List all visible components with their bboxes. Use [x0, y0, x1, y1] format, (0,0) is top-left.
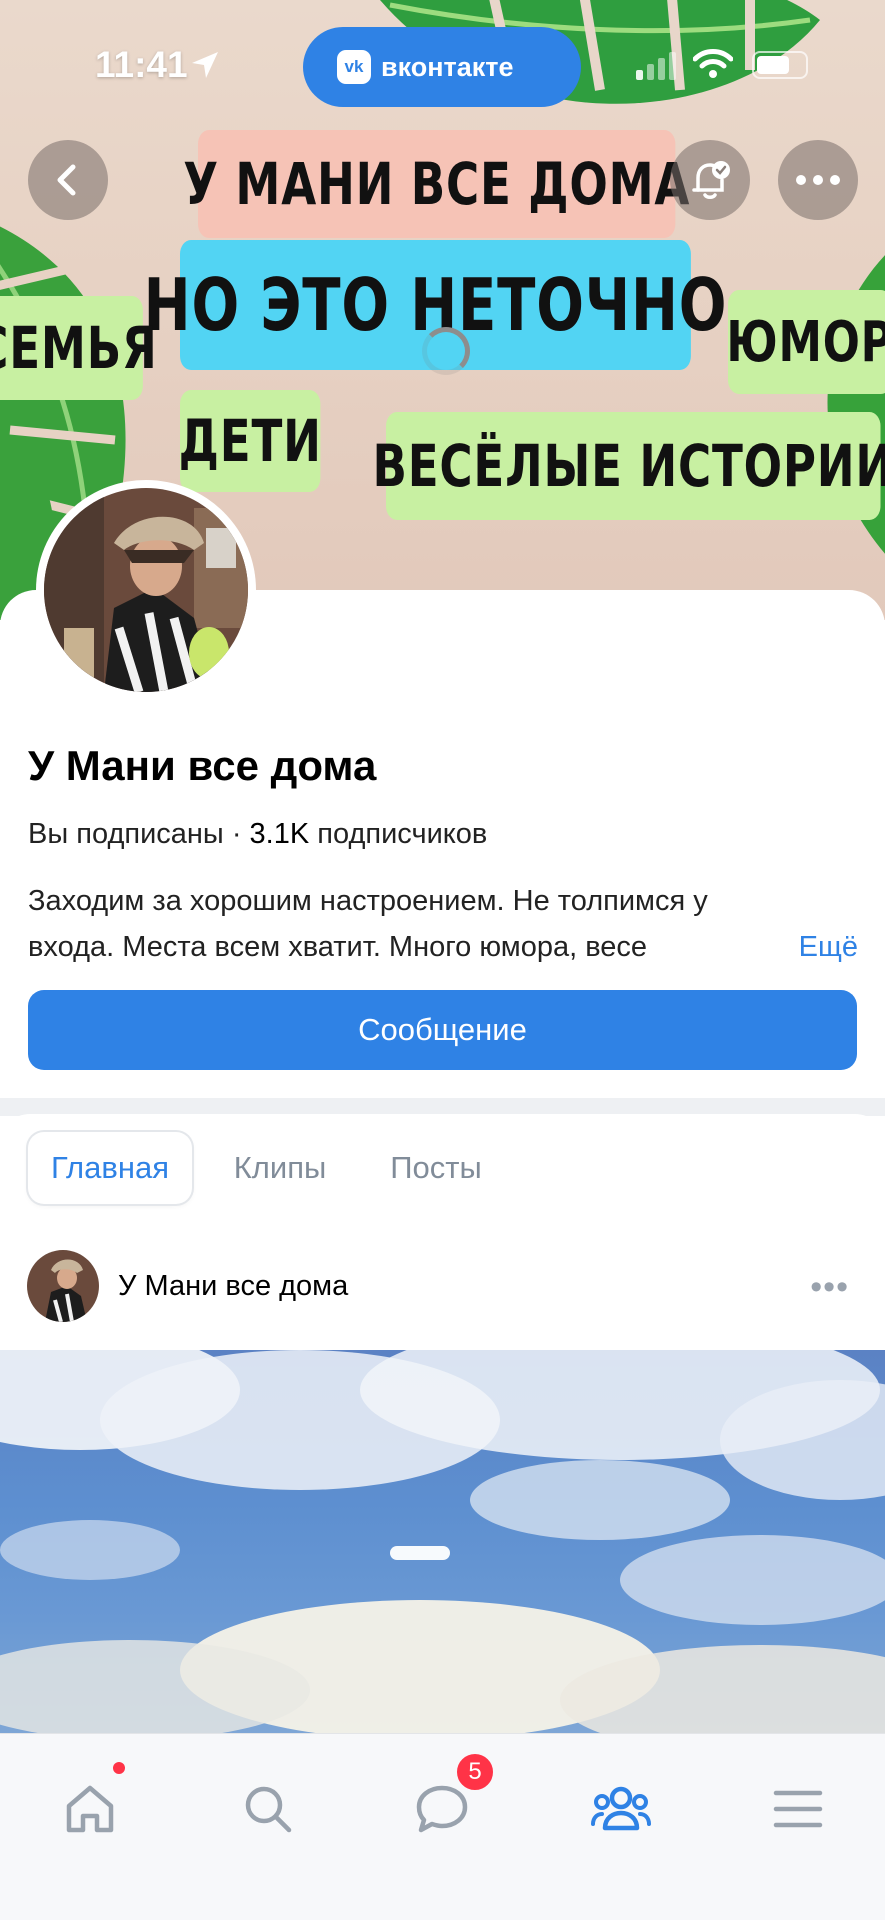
message-button[interactable]: Сообщение	[28, 990, 857, 1070]
group-avatar[interactable]	[36, 480, 256, 700]
nav-search[interactable]	[228, 1774, 308, 1844]
app-switch-pill[interactable]: vk вконтакте	[303, 27, 581, 107]
tab-clips[interactable]: Клипы	[210, 1132, 350, 1204]
cover-tag-text: ЮМОР	[726, 309, 885, 375]
post-author-avatar[interactable]	[27, 1250, 99, 1322]
cover-tag: У МАНИ ВСЕ ДОМА	[183, 130, 689, 238]
tab-bar: Главная Клипы Посты	[0, 1114, 885, 1214]
search-icon	[245, 1786, 292, 1833]
location-arrow-icon	[192, 52, 218, 78]
community-icon	[591, 1786, 651, 1831]
loading-spinner-icon	[422, 327, 470, 375]
cover-tag: СЕМЬЯ	[0, 296, 157, 400]
menu-icon	[773, 1790, 823, 1828]
home-icon	[66, 1785, 114, 1833]
chevron-left-icon	[57, 164, 76, 196]
nav-menu[interactable]	[758, 1774, 838, 1844]
cover-tag-text: СЕМЬЯ	[0, 314, 158, 382]
description-line: Заходим за хорошим настроением. Не толпи…	[28, 885, 708, 917]
sky-photo	[0, 1350, 885, 1735]
notification-dot	[113, 1762, 125, 1774]
tab-posts[interactable]: Посты	[366, 1132, 506, 1204]
post-header: У Мани все дома •••	[0, 1230, 885, 1340]
subscription-status: Вы подписаны · 3.1K подписчиков	[28, 818, 487, 851]
bottom-navigation	[0, 1733, 885, 1920]
group-description: Заходим за хорошим настроением. Не толпи…	[28, 878, 858, 970]
post-image[interactable]	[0, 1350, 885, 1735]
cover-tag: ДЕТИ	[178, 390, 322, 492]
cover-tag-text: ВЕСЁЛЫЕ ИСТОРИИ	[372, 432, 885, 500]
page-title: У Мани все дома	[28, 742, 377, 789]
show-more-link[interactable]: Ещё	[738, 924, 858, 970]
wifi-icon	[693, 49, 733, 78]
status-time: 11:41	[95, 44, 188, 85]
subscribed-label[interactable]: Вы подписаны	[28, 818, 224, 850]
avatar-image	[44, 488, 248, 694]
description-line: входа. Места всем хватит. Много юмора, в…	[28, 931, 648, 963]
cover-tag-text: У МАНИ ВСЕ ДОМА	[183, 150, 691, 218]
subscribers-count[interactable]: 3.1K	[250, 818, 310, 850]
separator: ·	[231, 818, 242, 850]
subscribers-label[interactable]: подписчиков	[317, 818, 487, 850]
bell-check-icon	[692, 161, 730, 199]
more-horizontal-icon	[796, 175, 840, 185]
nav-community[interactable]	[581, 1774, 661, 1844]
cover-tag: ВЕСЁЛЫЕ ИСТОРИИ	[372, 412, 885, 520]
post-more-button[interactable]: •••	[810, 1268, 849, 1307]
cover-tag-text: ДЕТИ	[178, 407, 322, 475]
messages-icon	[416, 1785, 468, 1833]
back-button[interactable]	[28, 140, 108, 220]
nav-home[interactable]	[50, 1774, 130, 1844]
more-options-button[interactable]	[778, 140, 858, 220]
notifications-button[interactable]	[670, 140, 750, 220]
signal-icon	[636, 52, 676, 80]
post-author-name[interactable]: У Мани все дома	[118, 1270, 348, 1303]
cover-tag: ЮМОР	[726, 290, 885, 394]
messages-badge: 5	[455, 1752, 495, 1792]
app-pill-label: вконтакте	[381, 51, 514, 82]
vk-logo-icon: vk	[337, 50, 371, 84]
battery-icon	[752, 51, 808, 79]
tab-main[interactable]: Главная	[28, 1132, 192, 1204]
